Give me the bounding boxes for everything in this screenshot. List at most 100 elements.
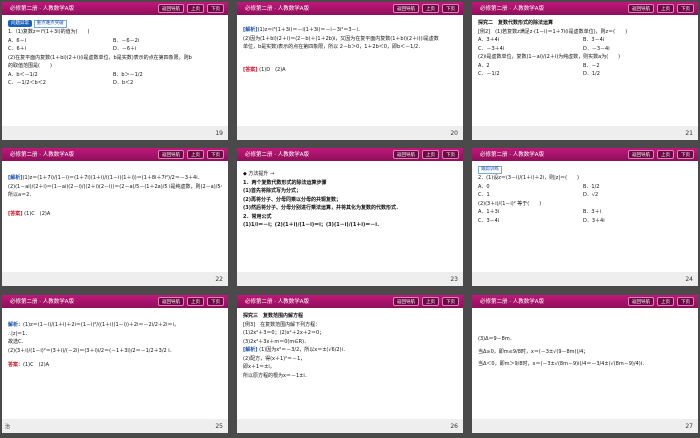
option-d: D．3＋4i	[583, 217, 605, 224]
analysis-text: (1)z＝(1－i)/(1＋i)＋2i＝(1－i)²/((1＋i)(1－i))＋…	[23, 322, 179, 328]
slide-27[interactable]: 必修第二册 · 人教数学A版 返回导航 上页 下页 (3)Δ＝9－8m． 当Δ≥…	[472, 295, 698, 433]
next-page-button[interactable]: 下页	[442, 150, 459, 159]
slide-footer	[2, 272, 228, 286]
slide-title: 必修第二册 · 人教数学A版	[245, 152, 310, 158]
slide-body: 探究二 复数代数形式的除法运算 [例2] (1)若复数z满足z·(1－i)＝1＋…	[478, 19, 692, 79]
slide-20[interactable]: 必修第二册 · 人教数学A版 返回导航 上页 下页 [解析](1)z＝i³(1＋…	[237, 2, 463, 140]
back-nav-button[interactable]: 返回导航	[628, 150, 654, 159]
slide-23[interactable]: 必修第二册 · 人教数学A版 返回导航 上页 下页 ◆ 方法提升 → 1．两个复…	[237, 148, 463, 286]
page-number: 21	[685, 130, 693, 137]
prev-page-button[interactable]: 上页	[657, 297, 674, 306]
slide-title: 必修第二册 · 人教数学A版	[480, 6, 545, 12]
analysis-text: (2)(3＋i)/(1－i)²＝(3＋i)/(－2i)＝(3＋i)i/2＝(－1…	[8, 347, 175, 354]
option-c: C．6＋i	[8, 46, 27, 52]
page-number: 22	[215, 276, 223, 283]
next-page-button[interactable]: 下页	[207, 150, 224, 159]
slide-body: [解析](1)z＝i³(1＋3i)＝－i(1＋3i)＝－i－3i²＝3－i． (…	[243, 26, 457, 74]
option-c: C．－3＋4i	[478, 45, 505, 52]
slide-footer	[472, 126, 698, 140]
solution-text: (1)因为x²＝－3/2，所以x＝±(√6/2)i．	[259, 347, 348, 353]
page-number: 24	[685, 276, 693, 283]
section-tag: 问题异常	[8, 20, 32, 27]
slide-header: 必修第二册 · 人教数学A版 返回导航 上页 下页	[472, 295, 698, 308]
solution-text: 当Δ＜0，即m＞9/8时，x＝(－3±√(8m－9)i)/4＝－3/4±(√(8…	[478, 361, 648, 367]
solution-text: (3)Δ＝9－8m．	[478, 336, 515, 342]
slide-body: 解析：(1)z＝(1－i)/(1＋i)＋2i＝(1－i)²/((1＋i)(1－i…	[8, 321, 222, 370]
back-nav-button[interactable]: 返回导航	[393, 150, 419, 159]
option-b: B．3－4i	[583, 37, 605, 43]
slide-title: 必修第二册 · 人教数学A版	[480, 299, 545, 305]
slide-header: 必修第二册 · 人教数学A版 返回导航 上页 下页	[2, 148, 228, 161]
prev-page-button[interactable]: 上页	[422, 297, 439, 306]
back-nav-button[interactable]: 返回导航	[158, 297, 184, 306]
option-d: D．√2	[583, 192, 599, 198]
option-d: D．－6＋i	[113, 46, 137, 52]
back-nav-button[interactable]: 返回导航	[628, 297, 654, 306]
prev-page-button[interactable]: 上页	[422, 150, 439, 159]
question-text: 1.（1)复数z＝i³(1＋3i)的值为( )	[8, 29, 90, 35]
option-d: D．1/2	[583, 71, 600, 77]
answer-text: (1)C (2)A	[23, 362, 50, 368]
next-page-button[interactable]: 下页	[677, 297, 694, 306]
slide-25[interactable]: 必修第二册 · 人教数学A版 返回导航 上页 下页 解析：(1)z＝(1－i)/…	[2, 295, 228, 433]
slide-title: 必修第二册 · 人教数学A版	[245, 6, 310, 12]
next-page-button[interactable]: 下页	[677, 4, 694, 13]
prev-page-button[interactable]: 上页	[657, 150, 674, 159]
slide-19[interactable]: 必修第二册 · 人教数学A版 返回导航 上页 下页 问题异常 重点难点突破 1.…	[2, 2, 228, 140]
slide-body: 跟踪训练 2．(1)设z＝(3－i)/(1＋i)＋2i，则|z|＝( ) A．0…	[478, 165, 692, 225]
method-text: 2．常用公式	[243, 213, 272, 220]
option-c: C．3－4i	[478, 217, 500, 224]
example-text: [例2] (1)若复数z满足z·(1－i)＝1＋7i(i是虚数单位)，则z＝( …	[478, 28, 628, 35]
option-c: C．1	[478, 192, 490, 198]
slide-22[interactable]: 必修第二册 · 人教数学A版 返回导航 上页 下页 [解析](1)z＝(1＋7i…	[2, 148, 228, 286]
slide-21[interactable]: 必修第二册 · 人教数学A版 返回导航 上页 下页 探究二 复数代数形式的除法运…	[472, 2, 698, 140]
analysis-text: (1)z＝i³(1＋3i)＝－i(1＋3i)＝－i－3i²＝3－i．	[257, 27, 363, 33]
next-page-button[interactable]: 下页	[207, 297, 224, 306]
page-number: 26	[450, 423, 458, 430]
back-nav-button[interactable]: 返回导航	[393, 297, 419, 306]
analysis-text: 故选C．	[8, 339, 27, 345]
slide-header: 必修第二册 · 人教数学A版 返回导航 上页 下页	[472, 2, 698, 15]
analysis-text: (1)z＝(1＋7i)/(1－i)＝(1＋7i)(1＋i)/((1－i)(1＋i…	[22, 175, 203, 181]
next-page-button[interactable]: 下页	[442, 4, 459, 13]
back-nav-button[interactable]: 返回导航	[158, 150, 184, 159]
option-a: A．0	[478, 183, 490, 190]
prev-page-button[interactable]: 上页	[187, 150, 204, 159]
slide-footer	[472, 272, 698, 286]
prev-page-button[interactable]: 上页	[187, 297, 204, 306]
prev-page-button[interactable]: 上页	[187, 4, 204, 13]
back-nav-button[interactable]: 返回导航	[158, 4, 184, 13]
option-c: C．－1/2	[478, 71, 500, 77]
method-text: (3)然后将分子、分母分别进行乘法运算，并将其化为复数的代数形式．	[243, 205, 402, 211]
slide-24[interactable]: 必修第二册 · 人教数学A版 返回导航 上页 下页 跟踪训练 2．(1)设z＝(…	[472, 148, 698, 286]
back-nav-button[interactable]: 返回导航	[393, 4, 419, 13]
prev-page-button[interactable]: 上页	[657, 4, 674, 13]
next-page-button[interactable]: 下页	[677, 150, 694, 159]
option-d: D．b＜2	[113, 80, 134, 86]
option-b: B．1/2	[583, 183, 600, 190]
prev-page-button[interactable]: 上页	[422, 4, 439, 13]
option-a: A．2	[478, 62, 490, 69]
slide-26[interactable]: 必修第二册 · 人教数学A版 返回导航 上页 下页 探究三 复数范围内解方程 […	[237, 295, 463, 433]
slide-title: 必修第二册 · 人教数学A版	[10, 152, 75, 158]
next-page-button[interactable]: 下页	[207, 4, 224, 13]
slide-footer	[237, 272, 463, 286]
option-a: A．1＋3i	[478, 209, 500, 215]
slide-title: 必修第二册 · 人教数学A版	[10, 299, 75, 305]
page-number: 25	[215, 423, 223, 430]
slide-footer	[2, 419, 228, 433]
slide-body: ◆ 方法提升 → 1．两个复数代数形式的除法运算步骤 (1)首先将除式写为分式；…	[243, 170, 457, 230]
slide-footer	[472, 419, 698, 433]
back-nav-button[interactable]: 返回导航	[628, 4, 654, 13]
option-a: A．6－i	[8, 37, 26, 44]
next-page-button[interactable]: 下页	[442, 297, 459, 306]
option-b: B．－2	[583, 62, 600, 69]
answer-tag: 答案：	[8, 362, 24, 368]
answer-text: (1)D (2)A	[259, 66, 286, 73]
slide-body: (3)Δ＝9－8m． 当Δ≥0，即m≤9/8时，x＝(－3±√(9－8m))/4…	[478, 335, 692, 369]
page-number: 19	[215, 130, 223, 137]
solution-text: 当Δ≥0，即m≤9/8时，x＝(－3±√(9－8m))/4；	[478, 348, 589, 355]
analysis-text: ∴|z|＝1．	[8, 330, 31, 337]
answer-text: (1)C (2)A	[24, 210, 51, 217]
question-text: 2．(1)设z＝(3－i)/(1＋i)＋2i，则|z|＝( )	[478, 175, 579, 181]
